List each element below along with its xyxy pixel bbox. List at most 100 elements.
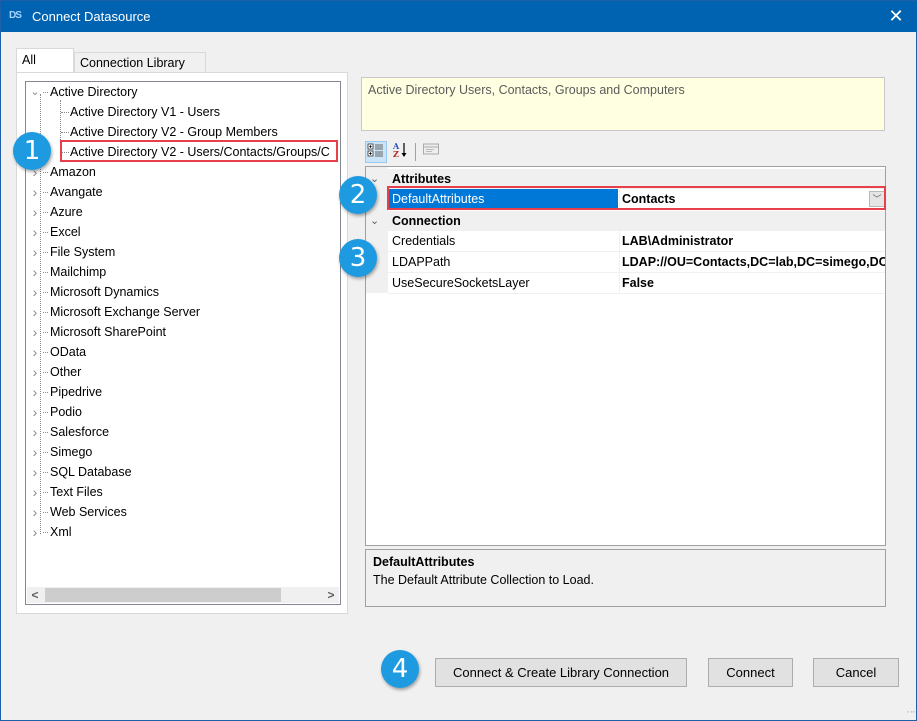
category-label: Connection — [392, 214, 461, 228]
scroll-right-icon[interactable]: > — [323, 587, 339, 603]
property-value[interactable]: False — [619, 273, 885, 293]
tree-connector — [43, 452, 48, 453]
tree-node-label: Excel — [50, 225, 81, 239]
property-name[interactable]: UseSecureSocketsLayer — [392, 273, 618, 293]
tree-node-label: Text Files — [50, 485, 103, 499]
property-name[interactable]: Credentials — [392, 231, 618, 251]
sort-az-icon[interactable]: A Z — [389, 141, 411, 163]
tree-node-label: Mailchimp — [50, 265, 107, 279]
tree-node-label: OData — [50, 345, 87, 359]
tree-connector — [61, 132, 69, 133]
property-grid: ⌄ Attributes DefaultAttributes Contacts … — [365, 166, 886, 546]
tree-connector — [61, 112, 69, 113]
help-title: DefaultAttributes — [373, 555, 475, 569]
callout-badge-2: 2 — [339, 176, 377, 214]
tree-connector — [43, 472, 48, 473]
tree-connector — [43, 492, 48, 493]
chevron-right-icon[interactable]: › — [30, 182, 40, 202]
datasource-description: Active Directory Users, Contacts, Groups… — [361, 77, 885, 131]
cancel-button[interactable]: Cancel — [813, 658, 899, 687]
chevron-right-icon[interactable]: › — [30, 222, 40, 242]
property-highlight-outline — [387, 186, 886, 210]
chevron-right-icon[interactable]: › — [30, 342, 40, 362]
chevron-right-icon[interactable]: › — [30, 262, 40, 282]
horizontal-scrollbar[interactable]: < > — [27, 587, 339, 603]
chevron-right-icon[interactable]: › — [30, 362, 40, 382]
help-text: The Default Attribute Collection to Load… — [373, 573, 594, 587]
selection-highlight-outline — [60, 140, 338, 162]
chevron-right-icon[interactable]: › — [30, 282, 40, 302]
tree-node-label: Microsoft Dynamics — [50, 285, 160, 299]
category-connection[interactable]: ⌄ Connection — [366, 211, 885, 231]
tree-connector — [43, 232, 48, 233]
property-row-ldappath[interactable]: LDAPPath LDAP://OU=Contacts,DC=lab,DC=si… — [388, 252, 885, 273]
chevron-right-icon[interactable]: › — [30, 422, 40, 442]
property-value[interactable]: LAB\Administrator — [619, 231, 885, 251]
tree-node-label: Pipedrive — [50, 385, 103, 399]
chevron-right-icon[interactable]: › — [30, 202, 40, 222]
connect-datasource-dialog: DS Connect Datasource ✕ All Connection L… — [0, 0, 917, 721]
tree-node-label: Podio — [50, 405, 82, 419]
chevron-right-icon[interactable]: › — [30, 502, 40, 522]
tab-all[interactable]: All — [16, 48, 74, 73]
scrollbar-thumb[interactable] — [45, 588, 281, 602]
tree-connector — [43, 392, 48, 393]
datasource-tree[interactable]: ⌄ Active Directory Active Directory V1 -… — [25, 81, 341, 605]
chevron-right-icon[interactable]: › — [30, 382, 40, 402]
chevron-right-icon[interactable]: › — [30, 522, 40, 542]
close-icon[interactable]: ✕ — [886, 6, 906, 26]
chevron-right-icon[interactable]: › — [30, 442, 40, 462]
tree-node-label: Active Directory V2 - Group Members — [70, 125, 278, 139]
property-row-credentials[interactable]: Credentials LAB\Administrator — [388, 231, 885, 252]
connect-create-library-button[interactable]: Connect & Create Library Connection — [435, 658, 687, 687]
chevron-right-icon[interactable]: › — [30, 242, 40, 262]
property-pages-icon[interactable] — [420, 141, 442, 163]
tree-node-label: Avangate — [50, 185, 103, 199]
svg-text:Z: Z — [393, 149, 399, 159]
tree-node-label: File System — [50, 245, 116, 259]
tree-connector — [43, 212, 48, 213]
property-help-panel: DefaultAttributes The Default Attribute … — [365, 549, 886, 607]
tree-node-label: Amazon — [50, 165, 96, 179]
toolbar-separator — [415, 143, 416, 161]
tree-connector — [43, 332, 48, 333]
tree-connector — [43, 172, 48, 173]
chevron-down-icon[interactable]: ⌄ — [30, 82, 40, 102]
scroll-left-icon[interactable]: < — [27, 587, 43, 603]
tree-connector — [43, 532, 48, 533]
resize-grip-icon[interactable]: ⠠⠤ — [904, 707, 916, 718]
tree-node-label: Microsoft SharePoint — [50, 325, 167, 339]
property-value[interactable]: LDAP://OU=Contacts,DC=lab,DC=simego,DC=c… — [619, 252, 885, 272]
chevron-right-icon[interactable]: › — [30, 482, 40, 502]
tree-connector — [43, 252, 48, 253]
tree-connector — [43, 312, 48, 313]
tree-node-label: Azure — [50, 205, 83, 219]
chevron-down-icon[interactable]: ⌄ — [370, 211, 382, 231]
tree-connector — [43, 192, 48, 193]
tree-node-label: Microsoft Exchange Server — [50, 305, 201, 319]
categorized-icon[interactable] — [365, 141, 387, 163]
tree-connector — [43, 92, 48, 93]
tab-connection-library[interactable]: Connection Library — [74, 52, 206, 73]
tree-node-label: Web Services — [50, 505, 127, 519]
tree-node-label: Salesforce — [50, 425, 110, 439]
tree-node-label: SQL Database — [50, 465, 132, 479]
property-row-usesecuresocketslayer[interactable]: UseSecureSocketsLayer False — [388, 273, 885, 294]
tree-connector — [43, 432, 48, 433]
chevron-right-icon[interactable]: › — [30, 402, 40, 422]
tree-connector — [43, 352, 48, 353]
chevron-right-icon[interactable]: › — [30, 302, 40, 322]
title-bar: DS Connect Datasource ✕ — [1, 1, 917, 32]
connect-button[interactable]: Connect — [708, 658, 793, 687]
chevron-right-icon[interactable]: › — [30, 462, 40, 482]
tree-node-label: Active Directory V1 - Users — [70, 105, 221, 119]
chevron-right-icon[interactable]: › — [30, 322, 40, 342]
tree-connector — [43, 272, 48, 273]
property-name[interactable]: LDAPPath — [392, 252, 618, 272]
tree-node-label: Xml — [50, 525, 72, 539]
tree-connector — [43, 512, 48, 513]
callout-badge-4: 4 — [381, 650, 419, 688]
tree-connector — [43, 412, 48, 413]
tree-node-label: Active Directory — [50, 85, 138, 99]
tab-panel-all: ⌄ Active Directory Active Directory V1 -… — [16, 72, 348, 614]
